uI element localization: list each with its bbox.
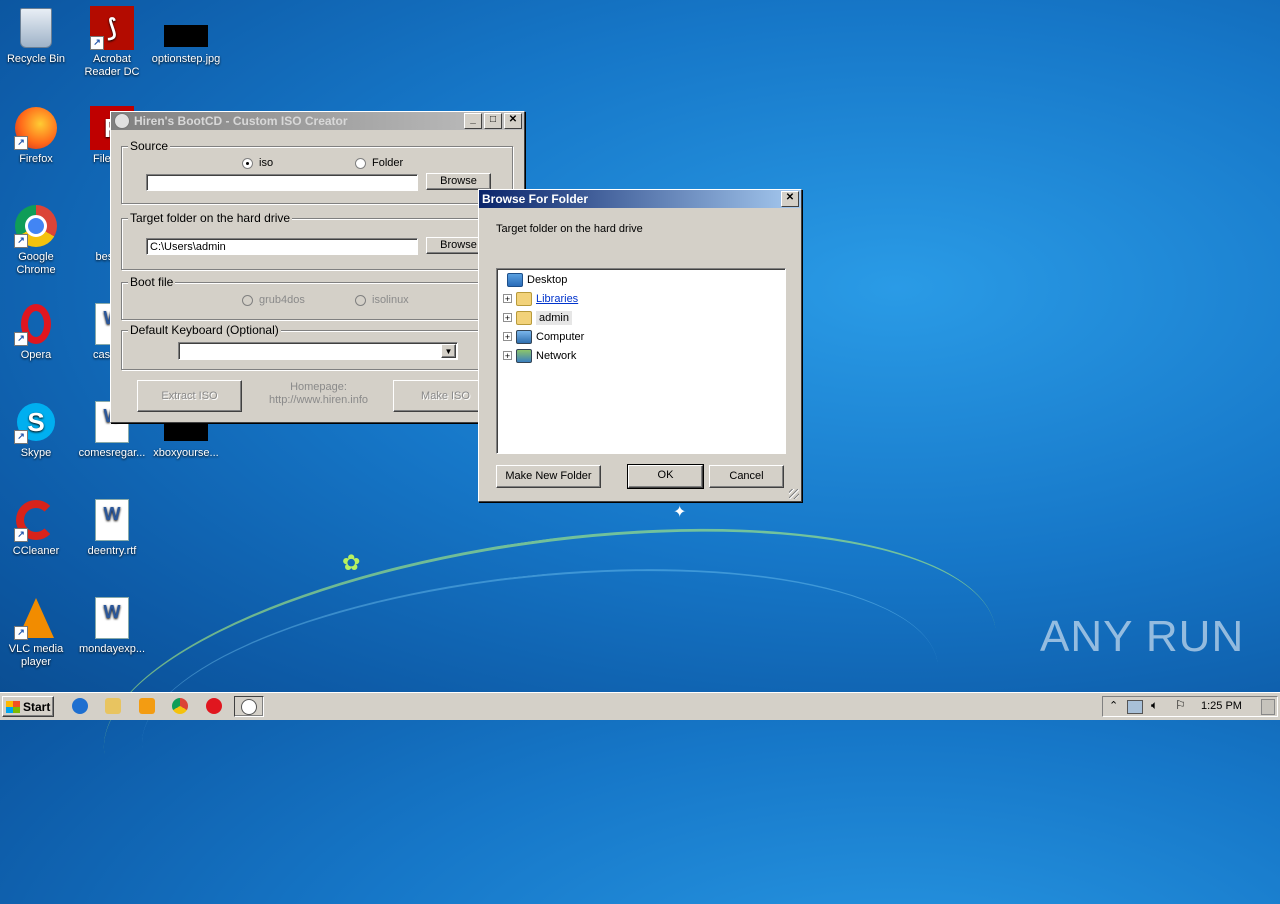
chrome-icon: ↗ <box>14 204 58 248</box>
desktop-icon-firefox[interactable]: ↗ Firefox <box>0 106 74 166</box>
wallpaper-sparkle: ✦ <box>673 504 687 521</box>
ccleaner-icon: ↗ <box>14 498 58 542</box>
homepage-info: Homepage: http://www.hiren.info <box>261 381 376 407</box>
recycle-bin-icon <box>14 6 58 50</box>
tree-node-desktop[interactable]: Desktop <box>507 271 567 288</box>
explorer-icon[interactable] <box>105 698 121 714</box>
desktop-icon-mondayexp[interactable]: W mondayexp... <box>74 596 150 656</box>
hiren-window: Hiren's BootCD - Custom ISO Creator _ □ … <box>110 111 525 423</box>
tree-node-network[interactable]: + Network <box>503 347 576 364</box>
extract-iso-button[interactable]: Extract ISO <box>137 380 242 412</box>
dialog-title: Browse For Folder <box>482 192 589 206</box>
homepage-label: Homepage: <box>290 381 347 393</box>
expand-icon[interactable]: + <box>503 313 512 323</box>
radio-dot <box>355 294 366 306</box>
expand-icon[interactable]: + <box>503 332 512 342</box>
chevron-up-icon[interactable]: ⌃ <box>1109 699 1118 712</box>
app-icon <box>114 113 130 129</box>
source-label: Source <box>128 139 171 153</box>
desktop-icon-chrome[interactable]: ↗ Google Chrome <box>0 204 74 277</box>
close-button[interactable]: ✕ <box>504 113 522 129</box>
opera-taskbar-icon[interactable] <box>206 698 222 714</box>
minimize-button[interactable]: _ <box>464 113 482 129</box>
word-doc-icon: W <box>90 596 134 640</box>
flag-icon[interactable]: ⚐ <box>1175 698 1186 712</box>
resize-grip-icon[interactable] <box>789 489 799 499</box>
firefox-icon: ↗ <box>14 106 58 150</box>
dialog-instruction: Target folder on the hard drive <box>496 223 643 235</box>
browse-folder-dialog: Browse For Folder ✕ Target folder on the… <box>478 189 802 502</box>
vlc-icon: ↗ <box>14 596 58 640</box>
desktop-icon-optionstep[interactable]: optionstep.jpg <box>148 6 224 66</box>
wallpaper-logo: ✿ <box>342 550 361 575</box>
chrome-taskbar-icon[interactable] <box>172 698 188 714</box>
opera-icon: ↗ <box>14 302 58 346</box>
homepage-link[interactable]: http://www.hiren.info <box>261 394 376 407</box>
folder-tree[interactable]: Desktop + Libraries + admin + Computer +… <box>496 268 786 454</box>
user-folder-icon <box>516 310 532 325</box>
cancel-button[interactable]: Cancel <box>709 465 784 488</box>
chevron-down-icon[interactable]: ▼ <box>441 344 456 358</box>
acrobat-icon: ⟆ ↗ <box>90 6 134 50</box>
tree-node-computer[interactable]: + Computer <box>503 328 584 345</box>
hiren-app-icon <box>241 699 257 715</box>
target-label: Target folder on the hard drive <box>128 211 293 225</box>
radio-dot <box>242 157 253 169</box>
desktop-icon-vlc[interactable]: ↗ VLC media player <box>0 596 74 669</box>
target-group: Target folder on the hard drive C:\Users… <box>121 211 513 270</box>
clock[interactable]: 1:25 PM <box>1201 700 1242 712</box>
keyboard-label: Default Keyboard (Optional) <box>128 323 281 337</box>
desktop-icon <box>507 272 523 287</box>
show-desktop-icon[interactable] <box>1261 699 1275 715</box>
source-path-input[interactable] <box>146 174 418 191</box>
desktop-icon-skype[interactable]: S ↗ Skype <box>0 400 74 460</box>
word-doc-icon: W <box>90 498 134 542</box>
boot-grub4dos-radio[interactable]: grub4dos <box>242 294 305 306</box>
taskbar-hiren-button[interactable] <box>234 696 264 717</box>
expand-icon[interactable]: + <box>503 351 512 361</box>
tree-node-admin[interactable]: + admin <box>503 309 572 326</box>
source-folder-radio[interactable]: Folder <box>355 157 403 169</box>
window-title: Hiren's BootCD - Custom ISO Creator <box>134 114 348 128</box>
start-button[interactable]: Start <box>2 696 54 717</box>
volume-icon[interactable]: 🔈︎ <box>1151 698 1158 713</box>
ie-icon[interactable] <box>72 698 88 714</box>
browse-titlebar[interactable]: Browse For Folder ✕ <box>479 190 801 208</box>
boot-label: Boot file <box>128 275 176 289</box>
desktop-icon-ccleaner[interactable]: ↗ CCleaner <box>0 498 74 558</box>
radio-dot <box>242 294 253 306</box>
source-iso-radio[interactable]: iso <box>242 157 273 169</box>
source-browse-button[interactable]: Browse <box>426 173 491 190</box>
expand-icon[interactable]: + <box>503 294 512 304</box>
ok-button[interactable]: OK <box>627 464 704 489</box>
hiren-titlebar[interactable]: Hiren's BootCD - Custom ISO Creator _ □ … <box>111 112 524 130</box>
source-group: Source iso Folder Browse <box>121 139 513 204</box>
tree-node-libraries[interactable]: + Libraries <box>503 290 578 307</box>
network-tray-icon[interactable] <box>1127 700 1143 714</box>
computer-icon <box>516 329 532 344</box>
windows-logo-icon <box>6 700 20 713</box>
radio-dot <box>355 157 366 169</box>
make-new-folder-button[interactable]: Make New Folder <box>496 465 601 488</box>
media-player-icon[interactable] <box>139 698 155 714</box>
desktop-icon-recycle-bin[interactable]: Recycle Bin <box>0 6 74 66</box>
keyboard-group: Default Keyboard (Optional) ▼ <box>121 323 513 370</box>
desktop-icon-deentry[interactable]: W deentry.rtf <box>74 498 150 558</box>
maximize-button[interactable]: □ <box>484 113 502 129</box>
boot-group: Boot file grub4dos isolinux <box>121 275 513 320</box>
system-tray: ⌃ 🔈︎ ⚐ 1:25 PM <box>1102 696 1278 717</box>
desktop-icon-opera[interactable]: ↗ Opera <box>0 302 74 362</box>
keyboard-select[interactable]: ▼ <box>178 342 458 360</box>
skype-icon: S ↗ <box>14 400 58 444</box>
close-button[interactable]: ✕ <box>781 191 799 207</box>
network-icon <box>516 348 532 363</box>
libraries-icon <box>516 291 532 306</box>
taskbar: Start ⌃ 🔈︎ ⚐ 1:25 PM <box>0 692 1280 720</box>
anyrun-watermark: ANY RUN <box>1040 612 1245 661</box>
boot-isolinux-radio[interactable]: isolinux <box>355 294 409 306</box>
desktop-icon-acrobat[interactable]: ⟆ ↗ Acrobat Reader DC <box>74 6 150 79</box>
target-path-input[interactable]: C:\Users\admin <box>146 238 418 255</box>
image-file-icon <box>164 6 208 50</box>
